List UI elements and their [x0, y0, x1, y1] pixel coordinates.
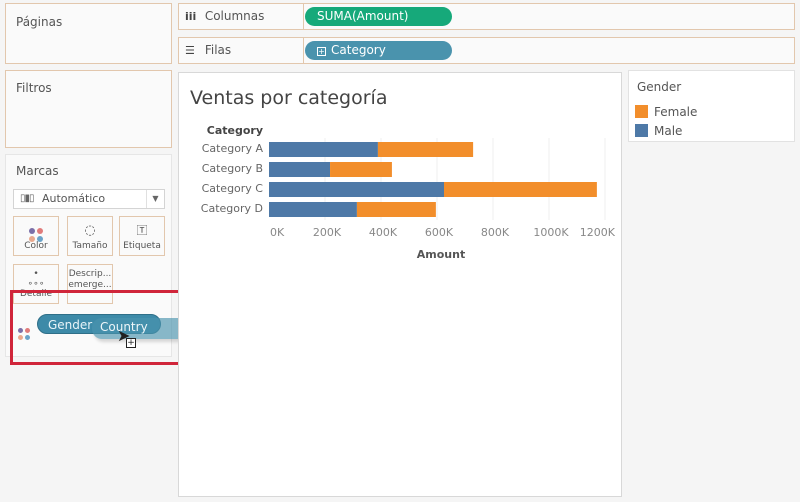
pages-shelf[interactable]: Páginas	[5, 3, 172, 64]
right-empty-area	[628, 148, 795, 498]
bar-female	[444, 182, 597, 197]
bar-male	[269, 202, 357, 217]
category-label: Category A	[202, 142, 264, 155]
label-button[interactable]: 🅃 Etiqueta	[119, 216, 165, 256]
expand-icon[interactable]: +	[317, 47, 326, 56]
color-button[interactable]: Color	[13, 216, 59, 256]
bar-female	[330, 162, 392, 177]
rows-shelf-label: ☰ Filas	[179, 38, 304, 63]
legend-item-female[interactable]: Female	[635, 105, 697, 119]
rows-label-text: Filas	[204, 43, 232, 57]
female-swatch	[635, 105, 648, 118]
columns-shelf[interactable]: iii Columnas SUMA(Amount)	[178, 3, 795, 30]
rows-shelf[interactable]: ☰ Filas + Category	[178, 37, 795, 64]
male-swatch	[635, 124, 648, 137]
marks-title: Marcas	[16, 164, 59, 178]
x-tick-label: 600K	[425, 226, 454, 239]
x-tick-label: 0K	[270, 226, 285, 239]
mark-type-dropdown[interactable]: ▯▮▯ Automático ▼	[13, 189, 165, 209]
rows-icon: ☰	[185, 44, 195, 57]
visualization-panel: Ventas por categoría Category Category AC…	[178, 72, 622, 497]
x-axis-label: Amount	[417, 248, 465, 261]
sum-amount-pill-text: SUMA(Amount)	[317, 9, 409, 23]
chevron-down-icon[interactable]: ▼	[146, 190, 164, 208]
sum-amount-pill[interactable]: SUMA(Amount)	[305, 7, 452, 26]
category-pill[interactable]: + Category	[305, 41, 452, 60]
pages-title: Páginas	[16, 15, 63, 29]
bar-female	[377, 142, 474, 157]
category-label: Category C	[202, 182, 264, 195]
columns-shelf-label: iii Columnas	[179, 4, 304, 29]
category-pill-text: Category	[331, 43, 386, 57]
filters-shelf[interactable]: Filtros	[5, 70, 172, 148]
bar-male	[269, 182, 444, 197]
gender-legend: Gender Female Male	[628, 70, 795, 142]
bar-male	[269, 142, 378, 157]
columns-icon: iii	[185, 10, 197, 23]
category-label: Category D	[201, 202, 263, 215]
size-button-label: Tamaño	[72, 241, 108, 251]
row-header: Category	[207, 124, 263, 137]
x-tick-label: 1200K	[580, 226, 616, 239]
category-label: Category B	[202, 162, 263, 175]
filters-title: Filtros	[16, 81, 52, 95]
mark-type-value: Automático	[42, 192, 106, 205]
label-icon: 🅃	[136, 224, 148, 237]
size-icon: ◌	[84, 223, 96, 238]
bar-chart: Category Category A Category B Category C Ca…	[201, 124, 616, 261]
bar-male	[269, 162, 331, 177]
x-tick-label: 400K	[369, 226, 398, 239]
label-button-label: Etiqueta	[123, 241, 161, 251]
legend-title: Gender	[637, 80, 682, 94]
color-button-label: Color	[24, 241, 48, 251]
size-button[interactable]: ◌ Tamaño	[67, 216, 113, 256]
legend-item-male[interactable]: Male	[635, 124, 682, 138]
legend-female-label: Female	[654, 105, 698, 119]
color-icon	[14, 221, 58, 242]
bar-female	[356, 202, 436, 217]
columns-label-text: Columnas	[204, 9, 265, 23]
tooltip-button-label: Descrip... emerge...	[68, 269, 112, 290]
x-tick-label: 800K	[481, 226, 510, 239]
legend-male-label: Male	[654, 124, 683, 138]
detail-icon: • ∘∘∘	[27, 269, 45, 289]
bar-chart-icon: ▯▮▯	[20, 193, 34, 204]
x-tick-label: 1000K	[533, 226, 569, 239]
x-tick-label: 200K	[313, 226, 342, 239]
